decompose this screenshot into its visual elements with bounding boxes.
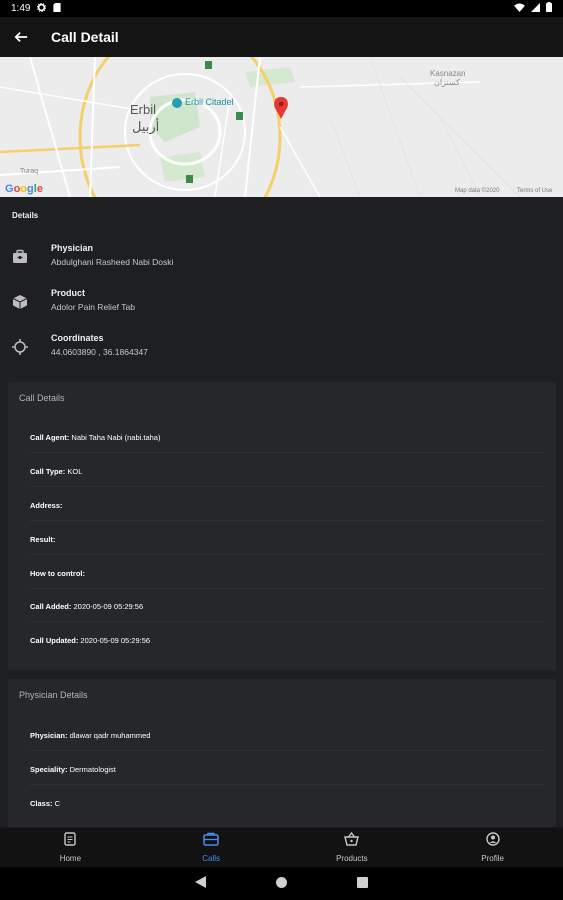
bottom-navigation: Home Calls Products Profile (0, 827, 563, 867)
map-district-label-ar: كسنزان (434, 78, 460, 87)
sd-card-icon (53, 2, 62, 15)
page-title: Call Detail (51, 29, 119, 45)
nav-profile[interactable]: Profile (422, 828, 563, 867)
signal-icon (531, 2, 540, 15)
row-value: 2020-05-09 05:29:56 (78, 636, 151, 645)
divider (30, 621, 544, 622)
row-value: Dermatologist (67, 765, 116, 774)
detail-label: Product (51, 288, 86, 298)
divider (30, 750, 544, 751)
crosshair-icon (12, 339, 28, 355)
divider (30, 588, 544, 589)
detail-label: Physician (51, 243, 94, 253)
row-key: Address: (30, 501, 63, 510)
nav-label: Profile (481, 854, 504, 863)
call-details-card: Call Details Call Agent: Nabi Taha Nabi … (8, 382, 556, 670)
divider (30, 520, 544, 521)
profile-icon (485, 832, 500, 851)
divider (30, 784, 544, 785)
row-key: Call Updated: (30, 636, 79, 645)
speciality-row: Speciality: Dermatologist (30, 765, 116, 774)
map-terms-link[interactable]: Terms of Use (517, 188, 552, 194)
calls-icon (203, 832, 219, 851)
system-home-icon[interactable] (276, 875, 287, 893)
map-view[interactable]: Erbil أربيل Erbil Citadel Kasnazan كسنزا… (0, 57, 563, 197)
address-row: Address: (30, 501, 63, 510)
row-key: Call Agent: (30, 433, 70, 442)
card-title: Call Details (19, 393, 65, 403)
google-logo: Google (5, 183, 43, 195)
row-value: 2020-05-09 05:29:56 (71, 602, 144, 611)
basket-icon (344, 831, 360, 851)
row-key: How to control: (30, 569, 85, 578)
system-navigation-bar (0, 867, 563, 900)
map-attribution: Map data ©2020 (455, 188, 500, 194)
cube-icon (12, 294, 28, 310)
details-header: Details (12, 211, 39, 220)
row-key: Speciality: (30, 765, 68, 774)
map-city-label: Erbil (130, 102, 157, 117)
class-row: Class: C (30, 799, 60, 808)
nav-label: Products (336, 854, 368, 863)
how-to-control-row: How to control: (30, 569, 85, 578)
divider (30, 452, 544, 453)
nav-home[interactable]: Home (0, 828, 141, 867)
map-village-label: Turaq (20, 168, 39, 175)
divider (30, 554, 544, 555)
physician-row: Physician: dlawar qadr muhammed (30, 731, 150, 740)
call-type-row: Call Type: KOL (30, 467, 82, 476)
card-title: Physician Details (19, 690, 88, 700)
content-area: Details Physician Abdulghani Rasheed Nab… (0, 197, 563, 827)
call-added-row: Call Added: 2020-05-09 05:29:56 (30, 602, 143, 611)
app-bar: Call Detail (0, 17, 563, 57)
status-time: 1:49 (11, 3, 31, 14)
call-agent-row: Call Agent: Nabi Taha Nabi (nabi.taha) (30, 433, 160, 442)
detail-value: Adolor Pain Relief Tab (51, 302, 135, 312)
row-value: KOL (65, 467, 83, 476)
row-value: Nabi Taha Nabi (nabi.taha) (69, 433, 161, 442)
system-recents-icon[interactable] (357, 875, 368, 893)
row-value: dlawar qadr muhammed (67, 731, 151, 740)
detail-row-product: Product Adolor Pain Relief Tab (0, 282, 563, 327)
detail-value: 44.0603890 , 36.1864347 (51, 347, 148, 357)
map-poi-label: Erbil Citadel (185, 97, 234, 107)
back-arrow-icon[interactable] (12, 28, 30, 46)
row-key: Call Added: (30, 602, 72, 611)
row-key: Physician: (30, 731, 68, 740)
gear-icon (37, 2, 47, 15)
battery-icon (546, 2, 552, 15)
row-value: C (52, 799, 61, 808)
divider (30, 486, 544, 487)
detail-label: Coordinates (51, 333, 104, 343)
wifi-icon (514, 2, 525, 15)
nav-label: Home (59, 854, 82, 863)
row-key: Class: (30, 799, 53, 808)
detail-row-physician: Physician Abdulghani Rasheed Nabi Doski (0, 237, 563, 282)
detail-value: Abdulghani Rasheed Nabi Doski (51, 257, 174, 267)
system-back-icon[interactable] (195, 875, 206, 893)
nav-calls[interactable]: Calls (141, 828, 282, 867)
detail-row-coordinates: Coordinates 44.0603890 , 36.1864347 (0, 327, 563, 372)
document-icon (64, 832, 77, 851)
row-key: Call Type: (30, 467, 66, 476)
result-row: Result: (30, 535, 55, 544)
map-city-label-ar: أربيل (132, 119, 160, 134)
nav-label: Calls (202, 854, 221, 863)
briefcase-icon (12, 249, 28, 265)
physician-details-card: Physician Details Physician: dlawar qadr… (8, 679, 556, 827)
call-updated-row: Call Updated: 2020-05-09 05:29:56 (30, 636, 150, 645)
row-key: Result: (30, 535, 56, 544)
nav-products[interactable]: Products (282, 828, 423, 867)
map-district-label: Kasnazan (430, 69, 466, 78)
status-bar: 1:49 (0, 0, 563, 17)
